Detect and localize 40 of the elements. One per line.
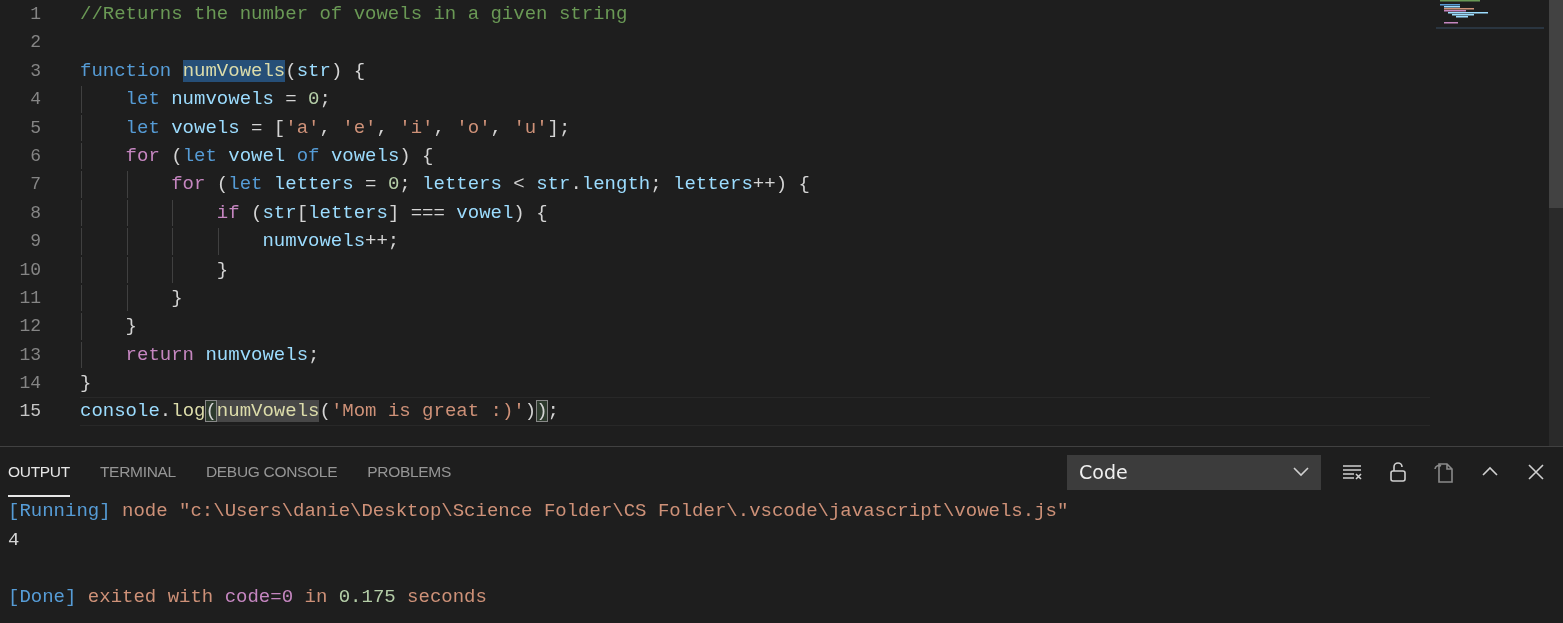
code-line: for (let vowel of vowels) { (124, 143, 434, 169)
code-line: let numvowels = 0; (124, 87, 331, 113)
line-number: 15 (18, 400, 41, 424)
chevron-down-icon (1293, 467, 1309, 477)
code-line: } (124, 314, 137, 340)
code-line: return numvowels; (124, 342, 320, 368)
panel-tab[interactable]: DEBUG CONSOLE (205, 447, 338, 497)
code-line: } (215, 257, 229, 283)
code-line: } (170, 285, 183, 311)
output-line: 4 (8, 528, 20, 551)
code-line: for (let letters = 0; letters < str.length; letters++) { (170, 172, 810, 198)
code-line: let vowels = ['a', 'e', 'i', 'o', 'u']; (124, 115, 571, 141)
line-number: 7 (29, 173, 41, 197)
line-number: 12 (18, 315, 41, 339)
line-number: 4 (29, 88, 41, 112)
line-number: 6 (29, 144, 41, 168)
line-number: 1 (29, 3, 41, 26)
code-line: //Returns the number of vowels in a given string (80, 2, 628, 27)
code-line: if (str[letters] === vowel) { (215, 200, 548, 226)
line-number: 3 (29, 59, 41, 83)
code-line: console.log(numVowels('Mom is great :)')); (80, 399, 559, 425)
line-number: 2 (29, 31, 41, 55)
panel-tab[interactable]: OUTPUT (8, 447, 70, 497)
line-number: 13 (18, 343, 41, 367)
line-number: 8 (29, 201, 41, 225)
line-number: 14 (18, 372, 41, 396)
output-line: [Running] node "c:\Users\danie\Desktop\Science Folder\CS Folder\.vscode\javascript\vowels.js" (8, 500, 1069, 522)
line-number: 9 (29, 230, 41, 254)
code-line: } (80, 371, 92, 397)
code-line: numvowels++; (261, 229, 400, 255)
code-line: function numVowels(str) { (80, 58, 366, 84)
panel-tab[interactable]: PROBLEMS (367, 447, 451, 497)
scrollbar[interactable] (1549, 0, 1563, 446)
line-number: 5 (29, 116, 41, 140)
line-number: 10 (18, 258, 41, 282)
output-channel-dropdown[interactable]: Code (1067, 454, 1321, 490)
output-line: [Done] exited with code=0 in 0.175 seconds (8, 585, 487, 608)
minimap-drawing[interactable] (1436, 0, 1546, 30)
panel-tab[interactable]: TERMINAL (99, 447, 176, 497)
line-number: 11 (18, 286, 41, 310)
